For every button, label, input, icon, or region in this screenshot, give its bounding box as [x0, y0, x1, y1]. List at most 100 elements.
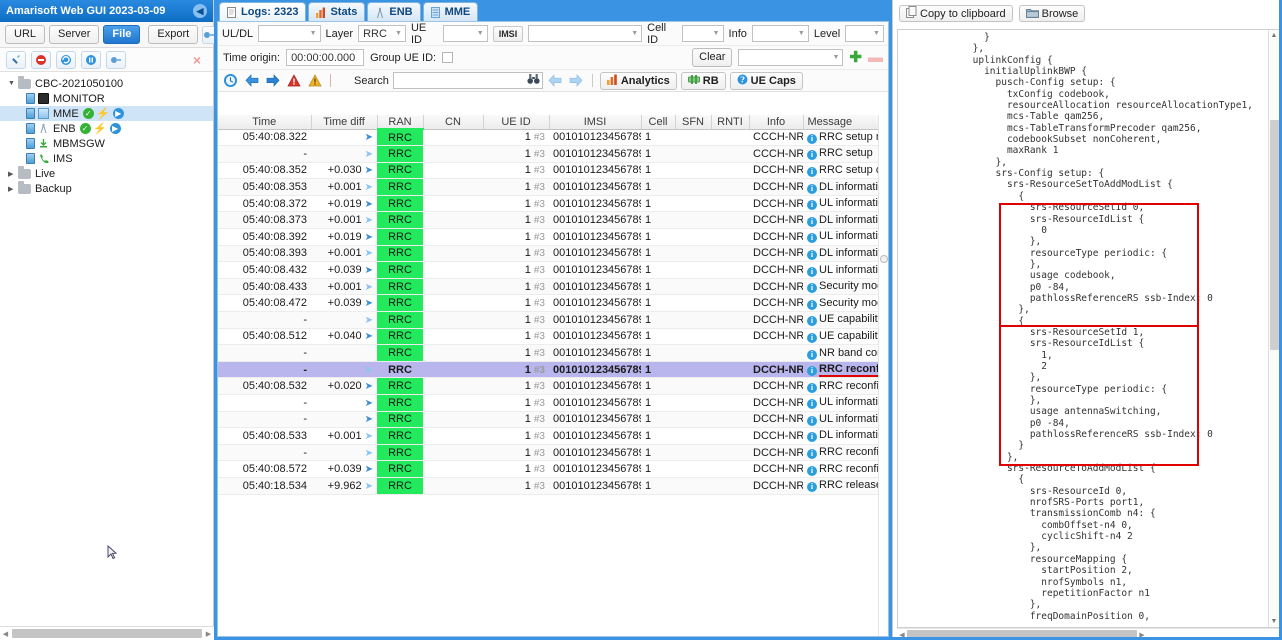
search-prev-icon[interactable] [547, 72, 564, 89]
col-cn[interactable]: CN [423, 115, 484, 130]
table-row[interactable]: 05:40:08.472 +0.039 ➤ RRC 1 #3 00101012345678… [218, 294, 888, 313]
table-row[interactable]: 05:40:08.533 +0.001 ➤ RRC 1 #3 00101012345678… [218, 427, 888, 445]
table-row[interactable]: 05:40:08.372 +0.019 ➤ RRC 1 #3 00101012345678… [218, 195, 888, 213]
tree-item-ims[interactable]: IMS [0, 151, 213, 166]
sidebar-item-enb[interactable]: ENB ✓ ⚡ ▶ [0, 121, 213, 136]
table-row[interactable]: 05:40:08.432 +0.039 ➤ RRC 1 #3 00101012345678… [218, 261, 888, 279]
logs-vertical-scrollbar[interactable] [878, 115, 888, 636]
table-row[interactable]: - RRC 1 #30010101234567891 iNR band combina… [218, 344, 888, 362]
table-row[interactable]: 05:40:08.433 +0.001 ➤ RRC 1 #3 00101012345678… [218, 278, 888, 296]
tab-mme[interactable]: MME [422, 2, 479, 21]
col-info[interactable]: Info [749, 115, 804, 130]
search-next-icon[interactable] [568, 72, 585, 89]
tree-item-monitor[interactable]: MONITOR [0, 91, 213, 106]
table-row[interactable]: 05:40:18.534 +9.962 ➤ RRC 1 #3 00101012345678… [218, 477, 888, 495]
table-row[interactable]: - ➤ RRC 1 #3 001010123456789 1 DCCH-NR i RRC rec… [218, 361, 888, 379]
col-ue-id[interactable]: UE ID [483, 115, 550, 130]
browse-button[interactable]: Browse [1018, 5, 1086, 22]
ue-caps-button[interactable]: ? UE Caps [729, 71, 803, 90]
play-icon[interactable]: ▶ [112, 108, 124, 119]
wrench-icon[interactable] [6, 50, 26, 69]
minus-icon[interactable]: ▬ [868, 50, 883, 65]
table-row[interactable]: - ➤ RRC 1 #3 001010123456789 1 DCCH-NR i UL info… [218, 394, 888, 412]
col-ran[interactable]: RAN [377, 115, 424, 130]
search-input[interactable] [392, 72, 543, 89]
clock-icon[interactable] [222, 72, 239, 89]
chevron-right-icon[interactable]: ▶ [8, 170, 18, 178]
info-select[interactable]: ▼ [751, 25, 809, 42]
table-row[interactable]: 05:40:08.512 +0.040 ➤ RRC 1 #3 00101012345678… [218, 328, 888, 346]
pause-icon[interactable] [81, 50, 101, 69]
scroll-left-icon[interactable]: ◀ [0, 630, 11, 638]
file-button[interactable]: File [103, 25, 141, 44]
copy-to-clipboard-button[interactable]: Copy to clipboard [899, 5, 1013, 22]
cellid-select[interactable]: ▼ [681, 25, 724, 42]
error-icon[interactable] [285, 72, 302, 89]
chevron-left-icon[interactable]: ◀ [193, 4, 207, 18]
table-row[interactable]: 05:40:08.532 +0.020 ➤ RRC 1 #3 00101012345678… [218, 377, 888, 395]
layer-select[interactable]: RRC ▼ [358, 25, 406, 42]
arrow-left-blue-icon[interactable] [243, 72, 260, 89]
sidebar-item-mme[interactable]: MME ✓ ⚡ ▶ [0, 106, 213, 121]
stop-icon[interactable] [31, 50, 51, 69]
uldl-select[interactable]: ▼ [258, 25, 321, 42]
imsi-button[interactable]: IMSI [492, 25, 524, 42]
play-icon[interactable]: ▶ [109, 123, 121, 134]
scroll-right-icon[interactable]: ▶ [203, 630, 214, 638]
server-icon [430, 6, 441, 18]
table-row[interactable]: - ➤ RRC 1 #3 001010123456789 1 DCCH-NR i RRC rec… [218, 444, 888, 462]
group-ueid-checkbox[interactable] [442, 52, 454, 63]
time-origin-input[interactable]: 00:00:00.000 [286, 49, 365, 66]
chevron-down-icon[interactable]: ▼ [8, 80, 18, 87]
export-button[interactable]: Export [148, 25, 199, 44]
sidebar-horizontal-scrollbar[interactable]: ◀ ▶ [0, 626, 214, 640]
preset-select[interactable]: ▼ [738, 49, 844, 66]
imsi-select[interactable]: ▼ [528, 25, 643, 42]
tab-enb[interactable]: ENB [367, 2, 421, 21]
scrollbar-thumb[interactable] [879, 255, 888, 263]
table-row[interactable]: 05:40:08.322 ➤ RRC 1 #3 001010123456789 1 CCCH… [218, 129, 888, 147]
ueid-select[interactable]: ▼ [442, 25, 488, 42]
table-row[interactable]: - ➤ RRC 1 #3 001010123456789 1 DCCH-NR i UL info… [218, 411, 888, 429]
col-time[interactable]: Time [218, 115, 312, 130]
refresh-icon[interactable] [56, 50, 76, 69]
warning-icon[interactable] [306, 72, 323, 89]
col-rnti[interactable]: RNTI [711, 115, 750, 130]
tab-logs[interactable]: Logs: 2323 [219, 2, 307, 21]
url-button[interactable]: URL [5, 25, 46, 44]
tree-item-backup[interactable]: ▶ Backup [0, 180, 213, 196]
rb-button[interactable]: RB [680, 71, 726, 90]
table-row[interactable]: 05:40:08.393 +0.001 ➤ RRC 1 #3 00101012345678… [218, 245, 888, 263]
detail-vertical-scrollbar[interactable]: ▲ ▼ [1268, 30, 1279, 627]
table-row[interactable]: - ➤ RRC 1 #3 001010123456789 1 DCCH-NR i UE capa… [218, 311, 888, 329]
col-imsi[interactable]: IMSI [549, 115, 642, 130]
scroll-up-icon[interactable]: ▲ [1269, 30, 1279, 41]
scrollbar-thumb[interactable] [12, 629, 202, 638]
col-message[interactable]: Message [803, 115, 888, 130]
binoculars-icon[interactable] [527, 73, 540, 88]
arrow-right-blue-icon[interactable] [264, 72, 281, 89]
scrollbar-thumb[interactable] [1270, 120, 1279, 350]
server-button[interactable]: Server [49, 25, 100, 44]
scroll-down-icon[interactable]: ▼ [1269, 616, 1279, 627]
plug-icon[interactable] [106, 50, 126, 69]
table-row[interactable]: - ➤ RRC 1 #3 001010123456789 1 CCCH-NR i RRC set… [218, 145, 888, 163]
table-row[interactable]: 05:40:08.572 +0.039 ➤ RRC 1 #3 00101012345678… [218, 460, 888, 478]
plus-icon[interactable]: ✚ [849, 50, 862, 65]
tree-item-cbc[interactable]: ▼ CBC-2021050100 [0, 75, 213, 91]
col-sfn[interactable]: SFN [675, 115, 712, 130]
clear-button[interactable]: Clear [692, 48, 733, 67]
col-cell[interactable]: Cell [641, 115, 676, 130]
table-row[interactable]: 05:40:08.352 +0.030 ➤ RRC 1 #3 00101012345678… [218, 162, 888, 180]
tab-stats[interactable]: Stats [308, 2, 366, 21]
table-row[interactable]: 05:40:08.353 +0.001 ➤ RRC 1 #3 00101012345678… [218, 178, 888, 196]
chevron-right-icon[interactable]: ▶ [8, 185, 18, 193]
table-row[interactable]: 05:40:08.392 +0.019 ➤ RRC 1 #3 00101012345678… [218, 228, 888, 246]
analytics-button[interactable]: Analytics [599, 71, 677, 90]
tree-item-mbmsgw[interactable]: MBMSGW [0, 136, 213, 151]
col-time-diff[interactable]: Time diff [311, 115, 378, 130]
close-icon[interactable]: × [193, 52, 207, 68]
table-row[interactable]: 05:40:08.373 +0.001 ➤ RRC 1 #3 00101012345678… [218, 211, 888, 230]
level-select[interactable]: ▼ [845, 25, 884, 42]
tree-item-live[interactable]: ▶ Live [0, 165, 213, 181]
